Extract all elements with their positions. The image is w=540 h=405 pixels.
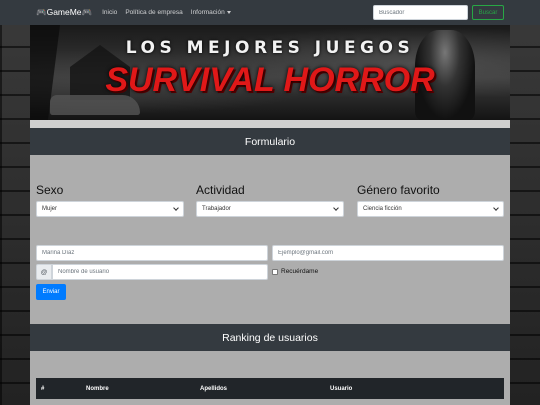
nav-link-informacion[interactable]: Información (191, 9, 231, 16)
main-panel (30, 120, 510, 405)
remember-checkbox[interactable] (272, 268, 278, 275)
ranking-table-header: # Nombre Apellidos Usuario (36, 378, 504, 399)
nav-links: Inicio Política de empresa Información (102, 9, 231, 16)
sexo-label: Sexo (36, 183, 64, 197)
hero-banner: LOS MEJORES JUEGOS SURVIVAL HORROR (30, 25, 510, 120)
col-header-nombre: Nombre (86, 385, 109, 392)
banner-subheading: SURVIVAL HORROR (105, 61, 435, 99)
ranking-title: Ranking de usuarios (222, 331, 318, 344)
form-title: Formulario (244, 135, 296, 148)
banner-heading: LOS MEJORES JUEGOS (125, 38, 415, 58)
chevron-down-icon (173, 204, 179, 211)
nav-link-inicio[interactable]: Inicio (102, 9, 117, 16)
genero-selected: Ciencia ficción (363, 206, 402, 212)
actividad-label: Actividad (196, 183, 245, 197)
col-header-usuario: Usuario (330, 385, 353, 392)
divider-strip (30, 120, 510, 128)
chevron-down-icon (493, 204, 499, 211)
username-input[interactable] (52, 264, 268, 280)
nav-link-informacion-label: Información (190, 9, 225, 16)
brand[interactable]: 🎮GameMe🎮 (36, 7, 92, 18)
sexo-select[interactable]: Mujer (36, 201, 184, 217)
brand-text[interactable]: 🎮GameMe🎮 (36, 7, 92, 18)
col-header-apellidos: Apellidos (200, 385, 228, 392)
actividad-selected: Trabajador (202, 206, 231, 212)
sexo-selected: Mujer (42, 206, 58, 212)
search-input[interactable] (373, 5, 468, 20)
search-button[interactable]: Buscar (472, 5, 504, 20)
at-prefix: @ (36, 264, 52, 280)
caret-down-icon (226, 10, 231, 14)
actividad-select[interactable]: Trabajador (196, 201, 344, 217)
remember-me[interactable]: Recuérdame (272, 268, 318, 275)
submit-button[interactable]: Enviar (36, 284, 66, 300)
col-header-index: # (41, 385, 45, 392)
genero-label: Género favorito (357, 183, 440, 197)
name-input[interactable] (36, 245, 268, 261)
form-section-header: Formulario (30, 128, 510, 155)
email-input[interactable] (272, 245, 504, 261)
genero-select[interactable]: Ciencia ficción (357, 201, 504, 217)
ranking-section-header: Ranking de usuarios (30, 324, 510, 351)
remember-label: Recuérdame (281, 268, 319, 275)
chevron-down-icon (333, 204, 339, 211)
nav-link-politica[interactable]: Política de empresa (125, 9, 182, 16)
